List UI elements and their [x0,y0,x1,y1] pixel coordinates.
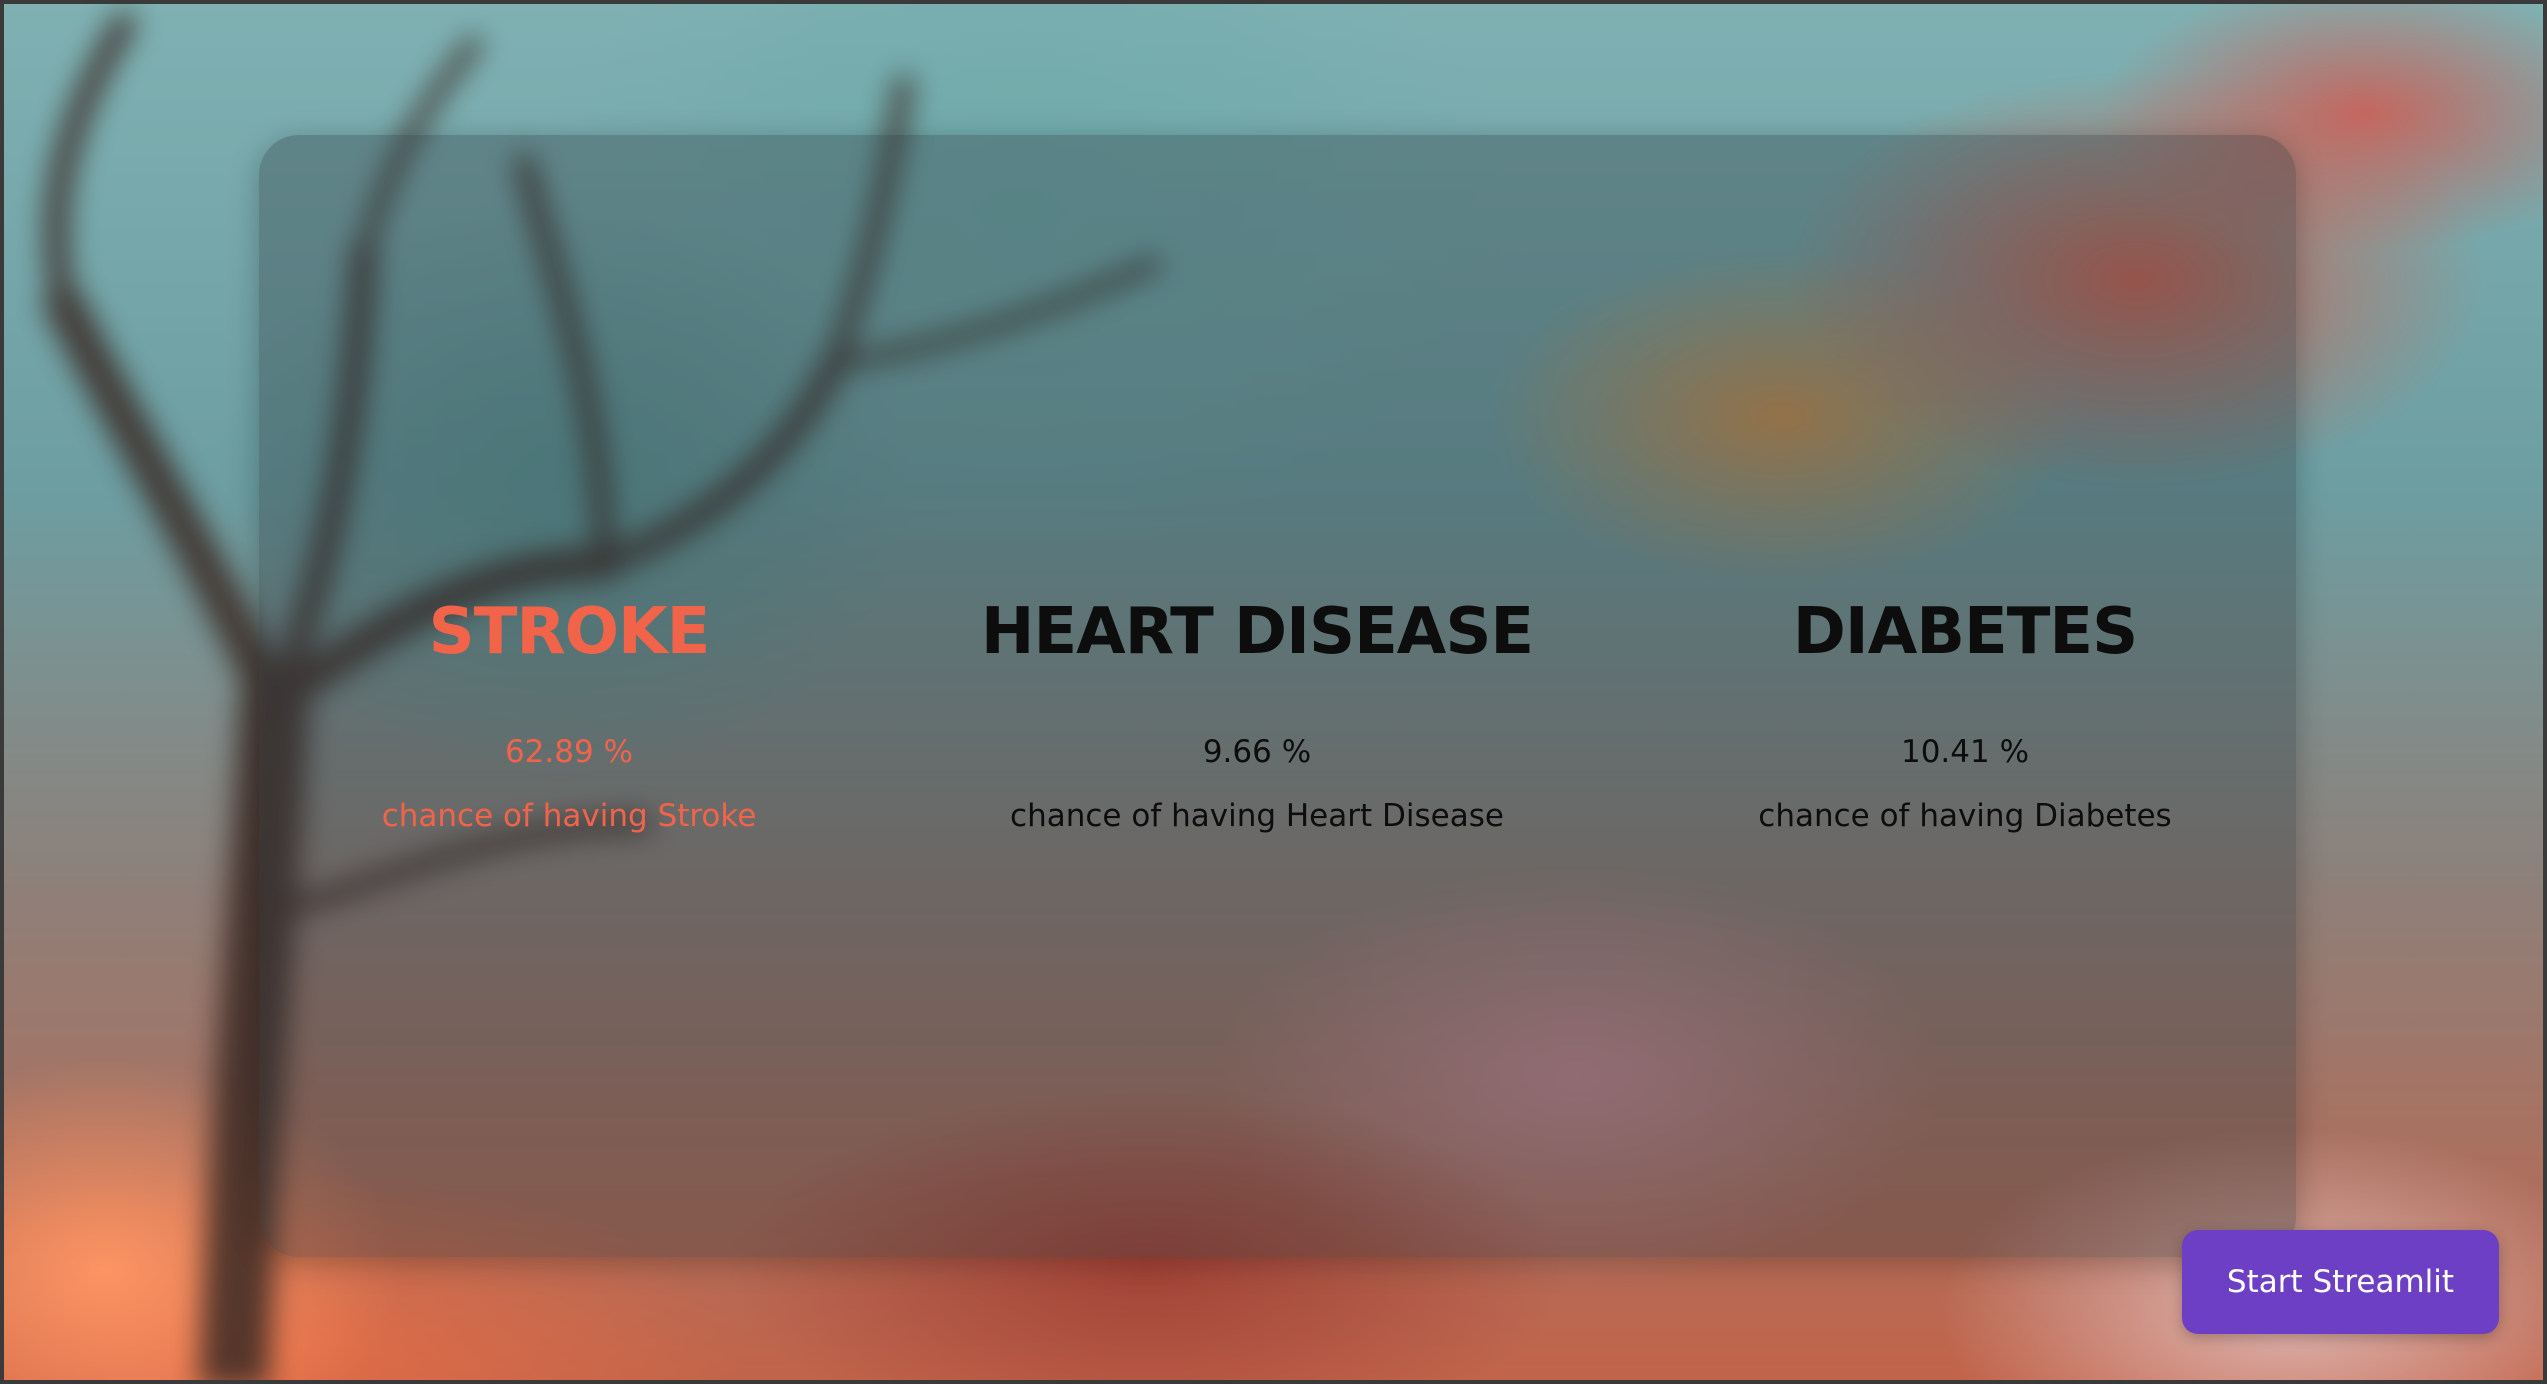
result-description: chance of having Stroke [381,798,757,834]
result-description: chance of having Heart Disease [1010,798,1504,834]
result-stroke: STROKE 62.89 % chance of having Stroke [382,584,757,836]
result-title: HEART DISEASE [980,595,1534,669]
result-percentage: 9.66 % [1202,734,1312,770]
result-diabetes: DIABETES 10.41 % chance of having Diabet… [1758,584,2171,836]
result-title: STROKE [428,595,711,669]
result-description: chance of having Diabetes [1758,798,2172,834]
result-title: DIABETES [1792,595,2138,669]
result-percentage: 62.89 % [504,734,634,770]
result-percentage: 10.41 % [1900,734,2030,770]
result-heart-disease: HEART DISEASE 9.66 % chance of having He… [980,584,1534,836]
app-window: STROKE 62.89 % chance of having Stroke H… [0,0,2547,1384]
start-streamlit-button[interactable]: Start Streamlit [2182,1230,2499,1334]
